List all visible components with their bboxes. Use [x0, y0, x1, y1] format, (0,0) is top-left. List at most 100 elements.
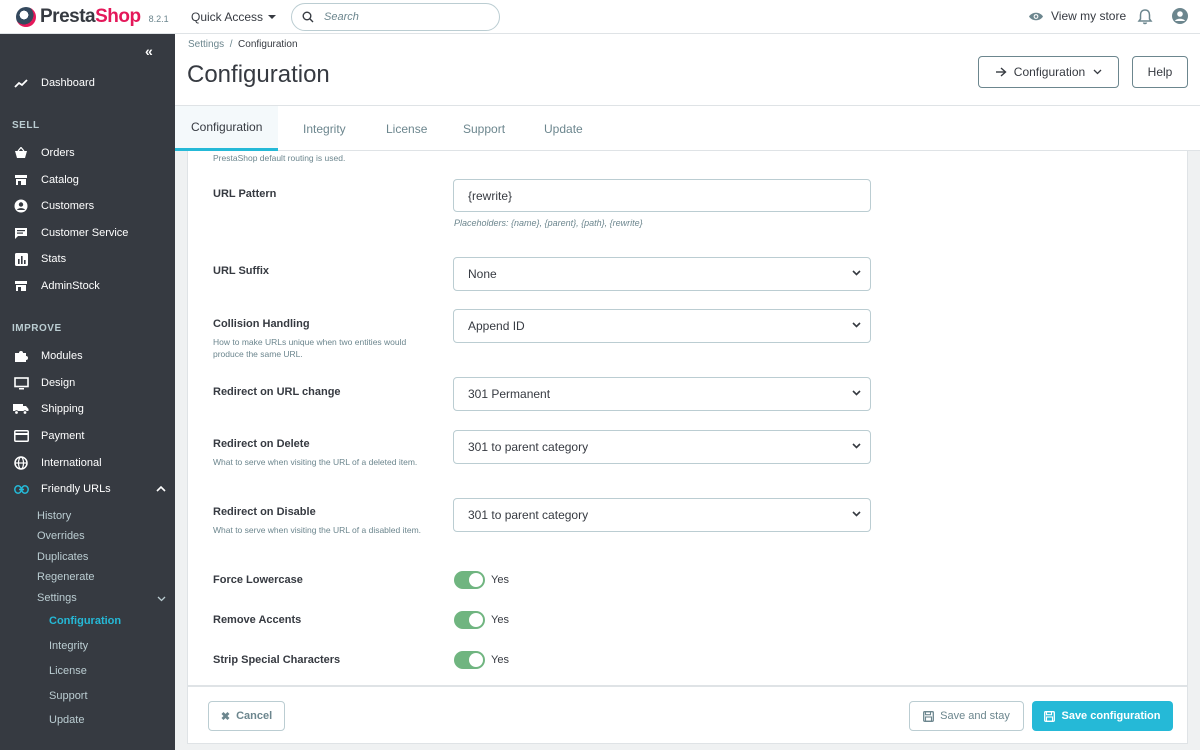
form-footer: ✖ Cancel Save and stay Save configuratio…	[187, 686, 1188, 744]
save-configuration-label: Save configuration	[1061, 710, 1161, 722]
sidebar-item-label: Dashboard	[41, 77, 95, 89]
sidebar-item-label: Customer Service	[41, 227, 129, 239]
tab-update[interactable]: Update	[544, 106, 583, 151]
sidebar-item-orders[interactable]: Orders	[0, 140, 175, 166]
sidebar-item-adminstock[interactable]: AdminStock	[0, 273, 175, 299]
chevron-down-icon	[852, 390, 861, 396]
sidebar-item-label: Customers	[41, 200, 95, 212]
redirect-disable-help: What to serve when visiting the URL of a…	[213, 525, 422, 535]
top-header: PrestaShop 8.2.1 Quick Access	[0, 0, 1200, 34]
help-button[interactable]: Help	[1132, 56, 1188, 88]
sidebar-item-customers[interactable]: Customers	[0, 193, 175, 219]
url-pattern-placeholders: Placeholders: {name}, {parent}, {path}, …	[454, 218, 643, 228]
strip-special-characters-toggle[interactable]	[454, 651, 485, 669]
sidebar-subitem-settings[interactable]: Settings	[37, 592, 77, 604]
sidebar-subitem-license[interactable]: License	[49, 665, 87, 677]
url-suffix-value: None	[468, 267, 497, 281]
chat-icon	[13, 225, 29, 241]
url-suffix-select[interactable]: None	[453, 257, 871, 291]
sidebar-item-label: AdminStock	[41, 280, 100, 292]
collision-handling-value: Append ID	[468, 319, 525, 333]
collapse-sidebar-button[interactable]: «	[145, 43, 153, 59]
sidebar-item-label: Design	[41, 377, 76, 389]
collision-handling-select[interactable]: Append ID	[453, 309, 871, 343]
user-account-icon[interactable]	[1171, 7, 1189, 25]
redirect-url-change-label: Redirect on URL change	[213, 386, 341, 398]
prestashop-logo[interactable]: PrestaShop 8.2.1	[0, 6, 175, 28]
sidebar-subitem-history[interactable]: History	[37, 510, 71, 522]
tab-configuration[interactable]: Configuration	[175, 106, 279, 151]
sidebar-subitem-integrity[interactable]: Integrity	[49, 640, 88, 652]
force-lowercase-label: Force Lowercase	[213, 574, 303, 586]
trending-up-icon	[13, 75, 29, 91]
tab-bar: Configuration Integrity License Support …	[175, 105, 1200, 151]
chevron-down-icon	[268, 14, 277, 19]
tab-integrity[interactable]: Integrity	[303, 106, 346, 151]
sidebar-item-design[interactable]: Design	[0, 370, 175, 396]
sidebar-subitem-support[interactable]: Support	[49, 690, 88, 702]
sidebar-item-catalog[interactable]: Catalog	[0, 167, 175, 193]
sidebar-item-shipping[interactable]: Shipping	[0, 396, 175, 422]
redirect-disable-select[interactable]: 301 to parent category	[453, 498, 871, 532]
prestashop-logo-icon	[16, 6, 36, 27]
redirect-disable-label: Redirect on Disable	[213, 506, 316, 518]
sidebar-item-label: Catalog	[41, 174, 79, 186]
tab-support[interactable]: Support	[463, 106, 505, 151]
redirect-delete-select[interactable]: 301 to parent category	[453, 430, 871, 464]
chevron-up-icon	[156, 486, 166, 492]
sidebar-item-label: Shipping	[41, 403, 84, 415]
remove-accents-state: Yes	[491, 614, 509, 626]
url-pattern-label: URL Pattern	[213, 188, 277, 200]
redirect-disable-value: 301 to parent category	[468, 508, 589, 522]
sidebar-subitem-configuration[interactable]: Configuration	[49, 615, 121, 627]
strip-special-characters-label: Strip Special Characters	[213, 654, 341, 666]
close-icon: ✖	[220, 710, 231, 723]
save-icon	[923, 710, 935, 722]
view-my-store-link[interactable]: View my store	[1028, 9, 1126, 23]
url-pattern-value: {rewrite}	[468, 188, 513, 203]
remove-accents-toggle[interactable]	[454, 611, 485, 629]
breadcrumb-separator: /	[229, 39, 233, 50]
sidebar-item-label: Modules	[41, 350, 83, 362]
cancel-label: Cancel	[236, 710, 273, 722]
tab-license[interactable]: License	[386, 106, 427, 151]
sidebar-item-dashboard[interactable]: Dashboard	[0, 70, 175, 96]
sidebar-item-label: Orders	[41, 147, 75, 159]
save-and-stay-button[interactable]: Save and stay	[909, 701, 1024, 731]
chevron-down-icon	[852, 443, 861, 449]
sidebar-item-friendly-urls[interactable]: Friendly URLs	[0, 476, 175, 502]
sidebar-subitem-update[interactable]: Update	[49, 714, 84, 726]
link-icon	[13, 481, 29, 497]
bell-icon[interactable]	[1137, 8, 1153, 26]
chevron-down-icon	[852, 322, 861, 328]
sidebar-item-payment[interactable]: Payment	[0, 423, 175, 449]
breadcrumb-settings[interactable]: Settings	[188, 39, 224, 50]
sidebar-item-modules[interactable]: Modules	[0, 343, 175, 369]
arrow-right-icon	[995, 67, 1007, 77]
breadcrumb-current: Configuration	[238, 39, 298, 50]
section-sell: SELL	[12, 120, 40, 131]
chevron-down-icon	[852, 270, 861, 276]
sidebar-subitem-duplicates[interactable]: Duplicates	[37, 551, 88, 563]
store-icon	[13, 278, 29, 294]
sidebar-item-stats[interactable]: Stats	[0, 246, 175, 272]
sidebar-item-customer-service[interactable]: Customer Service	[0, 220, 175, 246]
sidebar-subitem-regenerate[interactable]: Regenerate	[37, 571, 95, 583]
page-title: Configuration	[187, 61, 330, 88]
sidebar-item-international[interactable]: International	[0, 450, 175, 476]
configuration-dropdown-button[interactable]: Configuration	[978, 56, 1119, 88]
force-lowercase-toggle[interactable]	[454, 571, 485, 589]
sidebar-subitem-overrides[interactable]: Overrides	[37, 530, 85, 542]
basket-icon	[13, 145, 29, 161]
search-input[interactable]	[324, 11, 484, 23]
url-pattern-input[interactable]: {rewrite}	[453, 179, 871, 212]
redirect-url-change-select[interactable]: 301 Permanent	[453, 377, 871, 411]
cancel-button[interactable]: ✖ Cancel	[208, 701, 285, 731]
sidebar-item-label: Stats	[41, 253, 67, 265]
redirect-delete-value: 301 to parent category	[468, 440, 589, 454]
quick-access-dropdown[interactable]: Quick Access	[191, 10, 277, 24]
save-configuration-button[interactable]: Save configuration	[1032, 701, 1173, 731]
remove-accents-label: Remove Accents	[213, 614, 302, 626]
search-box[interactable]	[291, 3, 500, 31]
breadcrumb: Settings / Configuration	[188, 39, 298, 50]
